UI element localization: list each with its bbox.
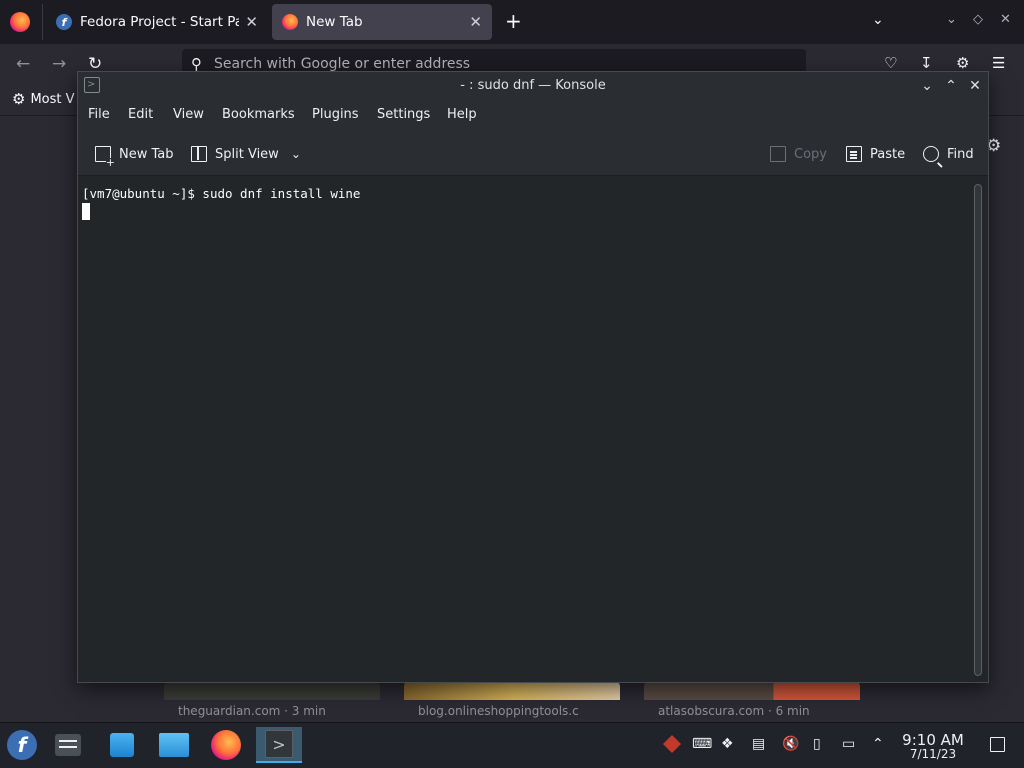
tab-title: Fedora Project - Start Page	[80, 14, 240, 30]
firefox-icon[interactable]	[10, 12, 30, 32]
store-icon	[110, 733, 134, 757]
firefox-icon	[211, 730, 241, 760]
usb-icon[interactable]: ▯	[813, 736, 821, 752]
find-button[interactable]: Find	[923, 143, 974, 165]
network-icon[interactable]: ❖	[721, 736, 734, 752]
window-title: - : sudo dnf — Konsole	[460, 78, 606, 93]
virtualbox-tray-icon[interactable]	[662, 734, 682, 754]
menu-view[interactable]: View	[173, 107, 204, 122]
split-view-button[interactable]: Split View ⌄	[191, 143, 301, 165]
tab-title: New Tab	[306, 14, 363, 30]
top-site-label: theguardian.com · 3 min	[178, 704, 326, 718]
terminal-line: [vm7@ubuntu ~]$ sudo dnf install wine	[82, 185, 966, 202]
find-label: Find	[947, 146, 974, 162]
bookmark-label: Most V	[30, 91, 75, 107]
close-icon[interactable]: ✕	[964, 75, 986, 97]
taskbar-firefox[interactable]	[208, 727, 244, 763]
extensions-icon[interactable]: ⚙	[956, 54, 969, 72]
menu-file[interactable]: File	[88, 107, 110, 122]
keyboard-icon[interactable]: ⌨	[692, 736, 712, 752]
clipboard-icon[interactable]: ▤	[752, 736, 765, 752]
menu-help[interactable]: Help	[447, 107, 477, 122]
menu-icon[interactable]: ☰	[992, 54, 1005, 72]
new-tab-button[interactable]: +	[505, 10, 522, 32]
top-site-card[interactable]: blog.onlineshoppingtools.c	[404, 682, 620, 722]
bookmark-most-visited[interactable]: ⚙ Most V	[12, 90, 75, 108]
taskbar-files[interactable]	[156, 727, 192, 763]
chevron-up-icon[interactable]: ⌃	[872, 736, 884, 752]
folder-icon	[159, 733, 189, 757]
menu-settings[interactable]: Settings	[377, 107, 430, 122]
pocket-icon[interactable]: ♡	[884, 54, 897, 72]
copy-icon	[770, 146, 786, 162]
taskbar-discover[interactable]	[104, 727, 140, 763]
minimize-icon[interactable]: ⌄	[916, 75, 938, 97]
application-launcher[interactable]: f	[4, 727, 40, 763]
scrollbar-thumb[interactable]	[974, 184, 982, 676]
shell-prompt: [vm7@ubuntu ~]$	[82, 186, 203, 201]
maximize-icon[interactable]: ⌃	[940, 75, 962, 97]
tab-new-tab[interactable]: New Tab ✕	[272, 4, 492, 40]
list-all-tabs-icon[interactable]: ⌄	[872, 12, 884, 28]
top-site-thumbnail	[164, 682, 380, 700]
back-icon[interactable]: ←	[16, 54, 30, 74]
new-tab-button[interactable]: New Tab	[95, 143, 174, 168]
firefox-favicon-icon	[282, 14, 298, 30]
tab-fedora-project[interactable]: f Fedora Project - Start Page ✕	[46, 4, 268, 40]
konsole-icon: >	[265, 730, 293, 758]
fedora-icon: f	[7, 730, 37, 760]
text-cursor	[82, 203, 90, 220]
volume-muted-icon[interactable]: 🔇	[782, 736, 799, 752]
menu-bar	[78, 100, 988, 130]
split-view-label: Split View	[215, 146, 279, 162]
close-tab-icon[interactable]: ✕	[469, 13, 482, 31]
maximize-icon[interactable]: ◇	[973, 12, 983, 27]
search-icon	[923, 146, 939, 162]
menu-bookmarks[interactable]: Bookmarks	[222, 107, 295, 122]
fedora-favicon-icon: f	[56, 14, 72, 30]
url-placeholder: Search with Google or enter address	[214, 56, 471, 72]
tab-separator	[42, 4, 43, 40]
split-view-icon	[191, 146, 207, 162]
settings-icon	[55, 734, 81, 756]
menu-edit[interactable]: Edit	[128, 107, 153, 122]
top-site-card[interactable]: theguardian.com · 3 min	[164, 682, 380, 722]
taskbar-konsole[interactable]: >	[256, 727, 302, 763]
shell-command: sudo dnf install wine	[202, 186, 361, 201]
clock-date[interactable]: 7/11/23	[898, 747, 968, 761]
copy-button[interactable]: Copy	[770, 143, 827, 165]
top-site-thumbnail	[404, 682, 620, 700]
menu-plugins[interactable]: Plugins	[312, 107, 359, 122]
close-window-icon[interactable]: ✕	[1000, 12, 1011, 27]
paste-icon	[846, 146, 862, 162]
chevron-down-icon[interactable]: ⌄	[291, 147, 301, 161]
paste-button[interactable]: Paste	[846, 143, 905, 165]
new-tab-icon	[95, 146, 115, 168]
taskbar	[0, 722, 1024, 768]
konsole-window: > - : sudo dnf — Konsole ⌄ ⌃ ✕ File Edit…	[77, 71, 989, 683]
minimize-icon[interactable]: ⌄	[946, 12, 957, 27]
display-icon[interactable]: ▭	[842, 736, 855, 752]
downloads-icon[interactable]: ↧	[920, 54, 933, 72]
close-tab-icon[interactable]: ✕	[245, 13, 258, 31]
paste-label: Paste	[870, 146, 906, 162]
top-site-label: blog.onlineshoppingtools.c	[418, 704, 579, 718]
taskbar-system-settings[interactable]	[50, 727, 86, 763]
top-site-card[interactable]: atlasobscura.com · 6 min	[644, 682, 860, 722]
forward-icon[interactable]: →	[52, 54, 66, 74]
gear-icon: ⚙	[12, 90, 26, 108]
new-tab-label: New Tab	[119, 146, 174, 162]
top-site-label: atlasobscura.com · 6 min	[658, 704, 810, 718]
copy-label: Copy	[794, 146, 827, 162]
show-desktop-icon[interactable]	[990, 737, 1005, 752]
terminal-area[interactable]: [vm7@ubuntu ~]$ sudo dnf install wine	[78, 177, 970, 682]
top-site-thumbnail	[644, 682, 860, 700]
